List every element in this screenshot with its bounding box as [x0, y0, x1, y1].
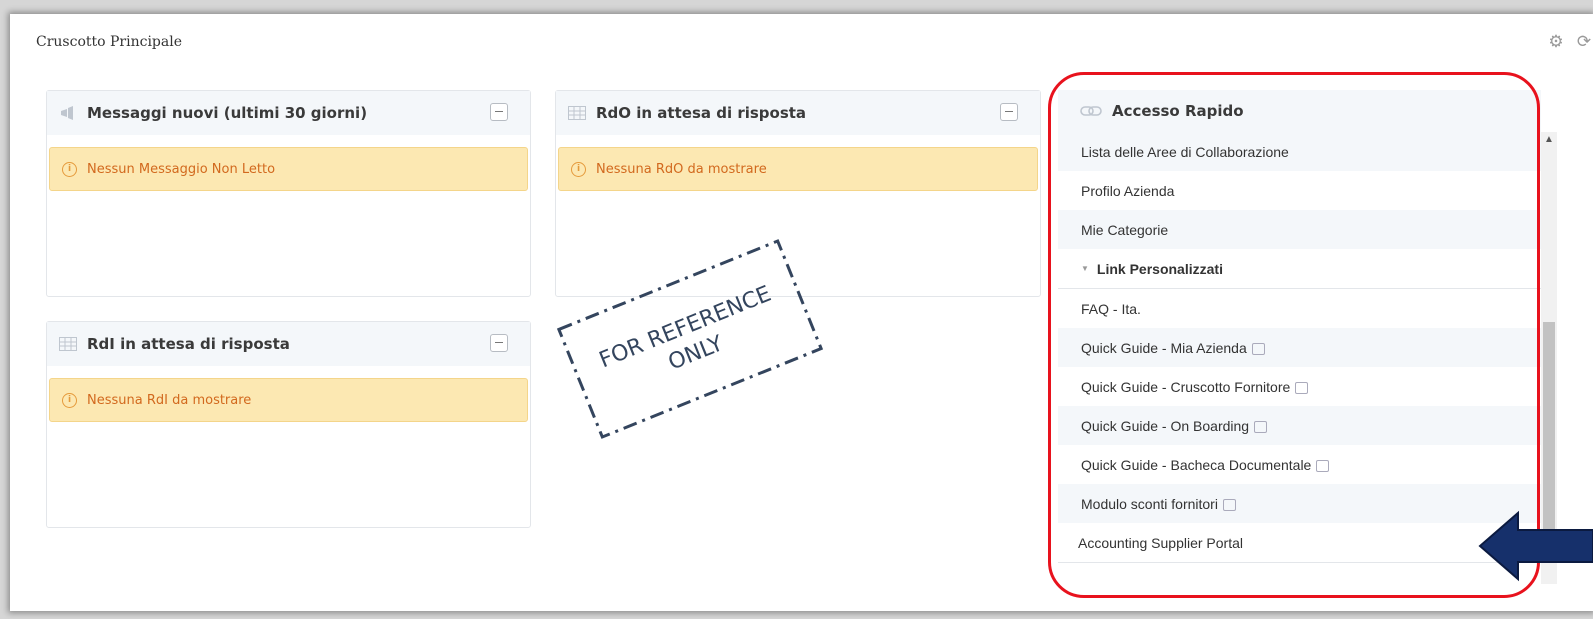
megaphone-icon [59, 106, 77, 120]
dashboard-window: Cruscotto Principale ⚙ ⟳ Messaggi nuovi … [10, 14, 1593, 611]
alert-text: Nessuna RdO da mostrare [596, 161, 767, 177]
info-icon: i [62, 161, 77, 177]
page-title: Cruscotto Principale [36, 34, 183, 50]
top-toolbar: ⚙ ⟳ [1547, 32, 1593, 52]
rdi-empty-alert: i Nessuna RdI da mostrare [49, 378, 528, 422]
alert-text: Nessun Messaggio Non Letto [87, 161, 276, 177]
collapse-button[interactable] [490, 334, 508, 352]
info-icon: i [62, 392, 77, 408]
messages-panel: Messaggi nuovi (ultimi 30 giorni) i Ness… [46, 90, 531, 297]
rdi-panel-title: RdI in attesa di risposta [87, 335, 290, 353]
collapse-button[interactable] [490, 103, 508, 121]
rdo-empty-alert: i Nessuna RdO da mostrare [558, 147, 1038, 191]
scroll-up-arrow-icon[interactable]: ▲ [1541, 132, 1557, 148]
rdi-panel: RdI in attesa di risposta i Nessuna RdI … [46, 321, 531, 528]
collapse-button[interactable] [1000, 103, 1018, 121]
rdi-panel-header: RdI in attesa di risposta [47, 322, 530, 366]
messages-panel-header: Messaggi nuovi (ultimi 30 giorni) [47, 91, 530, 135]
reference-stamp: FOR REFERENCE ONLY [556, 239, 824, 439]
rdo-panel-title: RdO in attesa di risposta [596, 104, 807, 122]
messages-empty-alert: i Nessun Messaggio Non Letto [49, 147, 528, 191]
info-icon: i [571, 161, 586, 177]
table-icon [59, 337, 77, 351]
alert-text: Nessuna RdI da mostrare [87, 392, 252, 408]
pointer-arrow-icon [1478, 510, 1593, 582]
refresh-icon[interactable]: ⟳ [1575, 32, 1593, 52]
table-icon [568, 106, 586, 120]
rdo-panel-header: RdO in attesa di risposta [556, 91, 1040, 135]
gear-icon[interactable]: ⚙ [1547, 32, 1565, 52]
messages-panel-title: Messaggi nuovi (ultimi 30 giorni) [87, 104, 368, 122]
highlight-frame [1048, 72, 1540, 598]
